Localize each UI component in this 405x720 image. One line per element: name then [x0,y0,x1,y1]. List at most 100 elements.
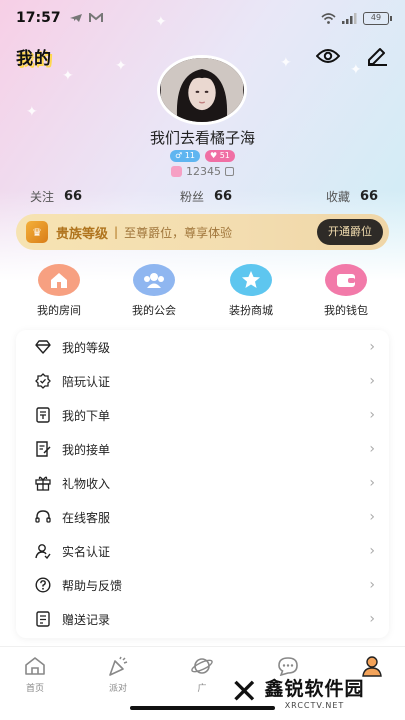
menu-item-accepted-orders[interactable]: 我的接单 › [16,432,389,466]
status-time: 17:57 [16,10,61,26]
shortcut-my-wallet[interactable]: 我的钱包 [306,264,386,318]
eye-button[interactable] [314,42,342,70]
record-icon [34,610,52,628]
menu-label: 我的等级 [62,340,111,355]
menu-label: 赠送记录 [62,612,111,627]
sparkle-icon: ✦ [62,68,74,84]
avatar[interactable] [157,55,247,125]
shortcut-label: 我的钱包 [324,304,368,317]
sparkle-icon: ✦ [350,62,362,78]
status-bar: 17:57 49 [0,0,405,36]
watermark-x-icon: ✕ [230,672,259,712]
stat-label: 粉丝 [180,190,205,204]
status-indicators: 49 [321,11,392,25]
stat-fans[interactable]: 粉丝 66 [180,188,232,205]
certified-badge-icon [34,372,52,390]
sparkle-icon: ✦ [115,58,127,74]
vip-title: 贵族等级 [56,226,109,242]
menu-label: 我的下单 [62,408,111,423]
stat-label: 关注 [30,190,55,204]
stat-value: 66 [64,189,83,204]
user-id-row: 12345 [0,165,405,178]
menu-item-gift-income[interactable]: 礼物收入 › [16,466,389,500]
sparkle-icon: ✦ [26,104,38,120]
menu-label: 帮助与反馈 [62,578,123,593]
activate-vip-button[interactable]: 开通爵位 [317,219,383,245]
sparkle-icon: ✦ [280,55,292,71]
receive-order-icon [34,440,52,458]
menu-label: 陪玩认证 [62,374,111,389]
crown-icon: ♛ [26,221,48,243]
page-title: 我的 [16,49,52,69]
menu-item-real-name[interactable]: 实名认证 › [16,534,389,568]
menu-item-gift-records[interactable]: 赠送记录 › [16,602,389,636]
menu-list: 我的等级 › 陪玩认证 › 我的下单 › 我的接单 › 礼物收入 › 在线客服 … [16,330,389,638]
gift-icon [34,474,52,492]
chevron-right-icon: › [369,441,375,457]
shortcut-label: 装扮商城 [229,304,273,317]
level-badge-value: 11 [184,151,195,160]
wifi-icon [321,12,336,24]
edit-icon [368,48,387,66]
tab-square[interactable]: 广 [172,653,232,694]
shortcut-label: 我的房间 [37,304,81,317]
vip-description: 至尊爵位，尊享体验 [124,225,233,240]
menu-label: 在线客服 [62,510,111,525]
level-badges: ♂ 11 ♥ 51 [0,150,405,162]
eye-icon [316,49,340,63]
avatar-photo [160,58,244,122]
user-verify-icon [34,542,52,560]
menu-item-my-orders[interactable]: 我的下单 › [16,398,389,432]
shortcut-my-guild[interactable]: 我的公会 [114,264,194,318]
menu-label: 礼物收入 [62,476,111,491]
stat-following[interactable]: 关注 66 [30,188,82,205]
chevron-right-icon: › [369,509,375,525]
vip-banner[interactable]: ♛ 贵族等级 | 至尊爵位，尊享体验 开通爵位 [16,214,389,250]
status-app-icons [69,13,103,23]
copy-icon[interactable] [225,167,234,176]
stat-favorites[interactable]: 收藏 66 [326,188,378,205]
diamond-icon [34,338,52,356]
headset-icon [34,508,52,526]
shortcut-label: 我的公会 [132,304,176,317]
signal-icon [342,12,357,24]
watermark-text: 鑫锐软件园 XRCCTV.NET [265,674,365,710]
menu-label: 我的接单 [62,442,111,457]
vip-separator: | [114,225,119,239]
watermark-sub: XRCCTV.NET [284,701,345,710]
stats-row: 关注 66 粉丝 66 收藏 66 [0,188,405,208]
menu-label: 实名认证 [62,544,111,559]
shortcut-my-room[interactable]: 我的房间 [19,264,99,318]
id-icon [171,166,182,177]
stat-value: 66 [360,189,379,204]
watermark-main: 鑫锐软件园 [264,678,365,700]
chevron-right-icon: › [369,543,375,559]
home-icon [5,653,65,679]
telegram-icon [69,14,82,22]
stat-label: 收藏 [326,190,351,204]
level-badge: ♂ 11 [170,150,200,162]
chevron-right-icon: › [369,407,375,423]
star-icon [230,264,272,296]
menu-item-companion-cert[interactable]: 陪玩认证 › [16,364,389,398]
mail-icon [88,13,103,22]
help-icon [34,576,52,594]
watermark-logo: ✕ 鑫锐软件园 XRCCTV.NET [230,664,400,720]
menu-item-my-level[interactable]: 我的等级 › [16,330,389,364]
menu-item-help-feedback[interactable]: 帮助与反馈 › [16,568,389,602]
shortcut-dress-shop[interactable]: 装扮商城 [211,264,291,318]
tab-label: 广 [197,684,207,694]
username: 我们去看橘子海 [149,129,255,147]
tab-party[interactable]: 派对 [88,653,148,694]
group-icon [133,264,175,296]
battery-icon: 49 [363,11,392,25]
edit-profile-button[interactable] [363,42,391,70]
chevron-right-icon: › [369,373,375,389]
tab-home[interactable]: 首页 [5,653,65,694]
chevron-right-icon: › [369,339,375,355]
stat-value: 66 [214,189,233,204]
user-id: 12345 [186,165,221,178]
charm-badge-value: 51 [219,151,230,160]
party-icon [88,653,148,679]
menu-item-online-support[interactable]: 在线客服 › [16,500,389,534]
